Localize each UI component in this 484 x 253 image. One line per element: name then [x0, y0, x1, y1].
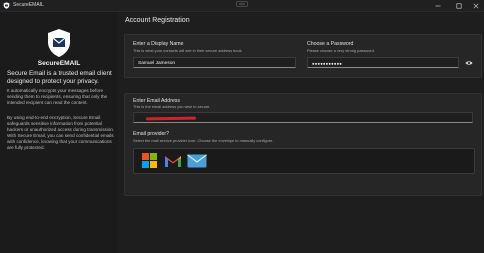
envelope-icon: [186, 153, 207, 167]
maximize-icon: [456, 3, 462, 9]
drag-handle-icon[interactable]: [236, 1, 248, 7]
close-button[interactable]: [468, 0, 484, 11]
envelope-option[interactable]: [186, 152, 207, 169]
password-label: Choose a Password: [307, 41, 354, 47]
provider-selector: [133, 148, 475, 174]
title-bar: SecureEMAIL: [0, 0, 484, 12]
provider-label: Email provider?: [133, 131, 170, 137]
email-card: Enter Email Address This is the email ad…: [124, 93, 482, 196]
eye-icon: [465, 60, 472, 65]
brand-name: SecureEMAIL: [37, 60, 81, 67]
identity-card: Enter a Display Name This is what your c…: [124, 34, 482, 78]
description-paragraph-2: By using end-to-end encryption, Secure E…: [7, 115, 115, 150]
gmail-icon: [164, 155, 181, 167]
minimize-button[interactable]: [430, 0, 446, 11]
display-name-hint: This is what your contacts will see in t…: [133, 48, 243, 53]
microsoft-icon: [142, 153, 157, 168]
page-title: Account Registration: [125, 17, 190, 24]
shield-envelope-icon: [48, 29, 70, 57]
sidebar: SecureEMAIL Secure Email is a trusted em…: [0, 12, 118, 253]
show-password-button[interactable]: [464, 58, 473, 67]
display-name-field[interactable]: Samuel Jameson: [133, 57, 296, 68]
redaction-mark: [145, 116, 197, 121]
main-content: Account Registration Enter a Display Nam…: [118, 12, 484, 253]
tagline: Secure Email is a trusted email client d…: [7, 70, 112, 85]
window-title: SecureEMAIL: [13, 2, 44, 8]
provider-hint: Select the mail service provider icon. C…: [133, 138, 274, 143]
gmail-option[interactable]: [162, 152, 183, 169]
app-shield-icon: [3, 2, 10, 9]
description-paragraph-1: It automatically encrypts your messages …: [7, 88, 108, 105]
microsoft-option[interactable]: [139, 152, 160, 169]
close-icon: [473, 3, 479, 8]
password-field[interactable]: ●●●●●●●●●●●: [307, 57, 459, 68]
email-field[interactable]: [133, 112, 473, 123]
maximize-button[interactable]: [451, 0, 467, 11]
email-hint: This is the email address you wish to se…: [133, 104, 211, 109]
minimize-icon: [435, 5, 441, 6]
display-name-label: Enter a Display Name: [133, 41, 184, 47]
password-hint: Please choose a very strong password.: [307, 48, 375, 53]
